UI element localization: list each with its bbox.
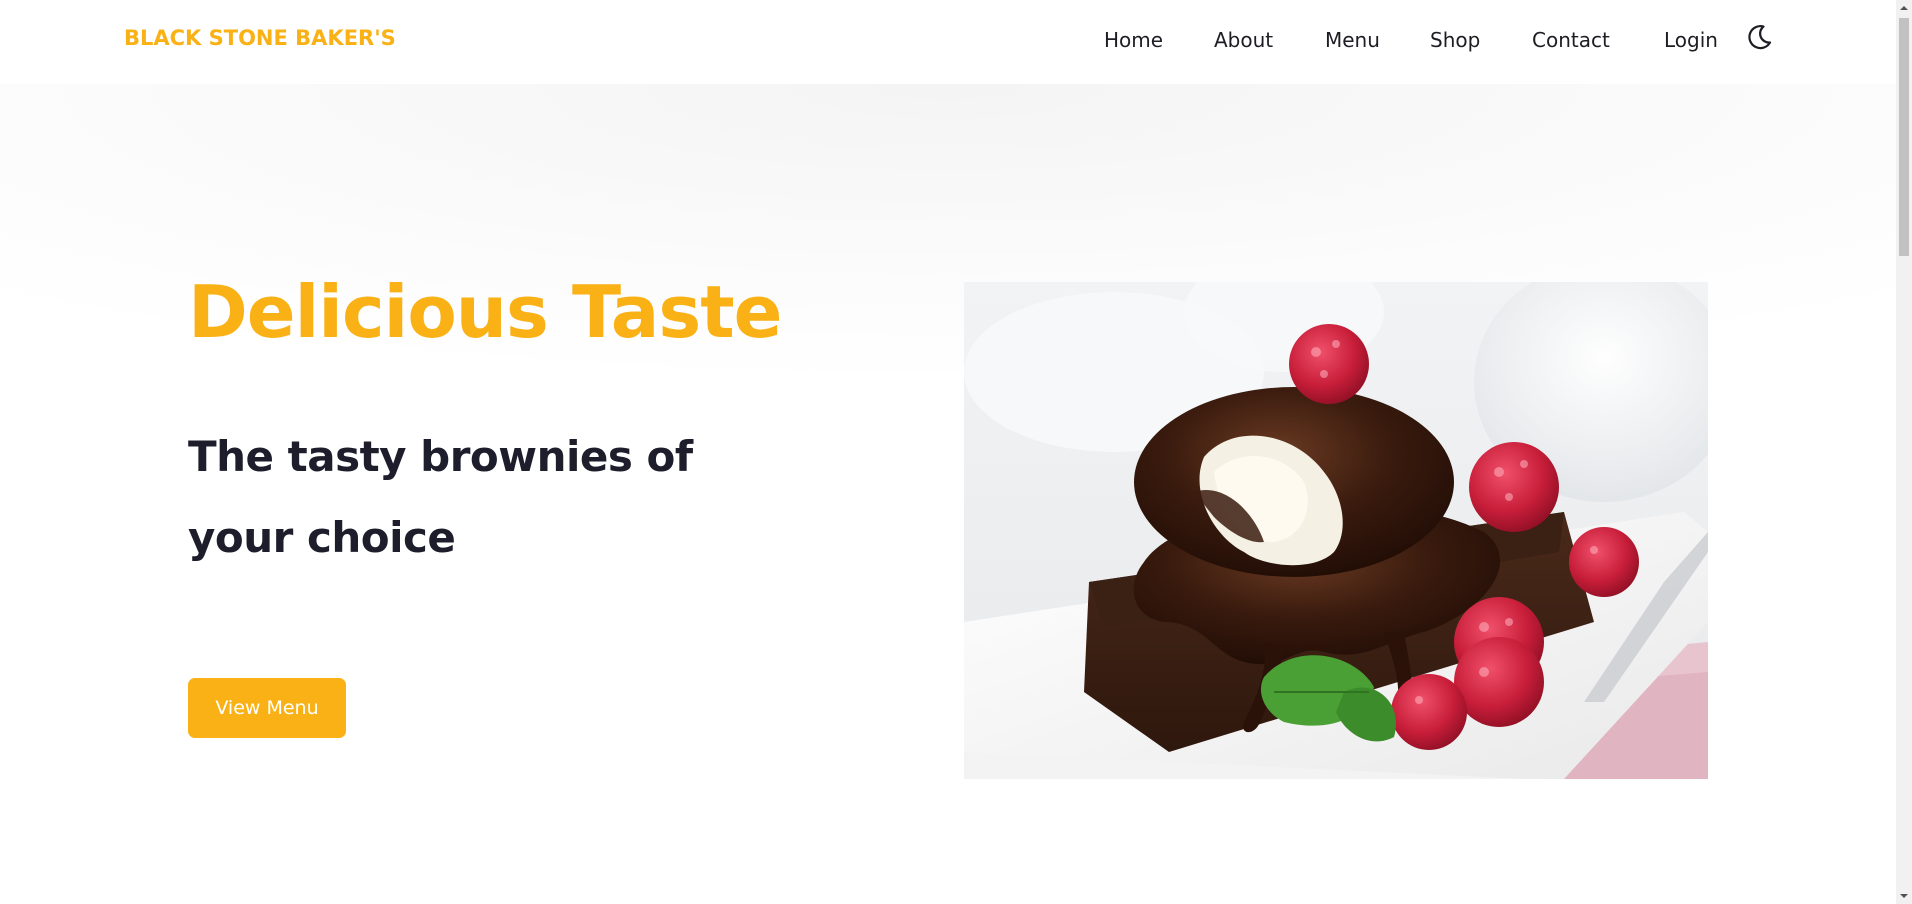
hero-title: Delicious Taste (188, 270, 782, 354)
scroll-up-arrow-icon[interactable] (1896, 0, 1912, 16)
vertical-scrollbar[interactable] (1896, 0, 1912, 904)
scrollbar-thumb[interactable] (1899, 18, 1909, 256)
nav-link-home[interactable]: Home (1104, 28, 1163, 52)
moon-icon[interactable] (1744, 22, 1774, 52)
view-menu-button[interactable]: View Menu (188, 678, 346, 738)
nav-link-contact[interactable]: Contact (1532, 28, 1610, 52)
browser-viewport: BLACK STONE BAKER'S Home About Menu Shop… (0, 0, 1912, 904)
brand-logo-link[interactable]: BLACK STONE BAKER'S (124, 26, 396, 50)
hero-subtitle: The tasty brownies of your choice (188, 432, 693, 562)
brownie-with-ice-cream-and-raspberries-image (964, 282, 1708, 779)
hero-section: Delicious Taste The tasty brownies of yo… (0, 84, 1896, 904)
nav-link-shop[interactable]: Shop (1430, 28, 1480, 52)
scroll-down-arrow-icon[interactable] (1896, 888, 1912, 904)
nav-link-menu[interactable]: Menu (1325, 28, 1380, 52)
nav-link-login[interactable]: Login (1664, 28, 1718, 52)
site-header: BLACK STONE BAKER'S Home About Menu Shop… (0, 0, 1896, 84)
page: BLACK STONE BAKER'S Home About Menu Shop… (0, 0, 1896, 904)
nav-link-about[interactable]: About (1214, 28, 1273, 52)
